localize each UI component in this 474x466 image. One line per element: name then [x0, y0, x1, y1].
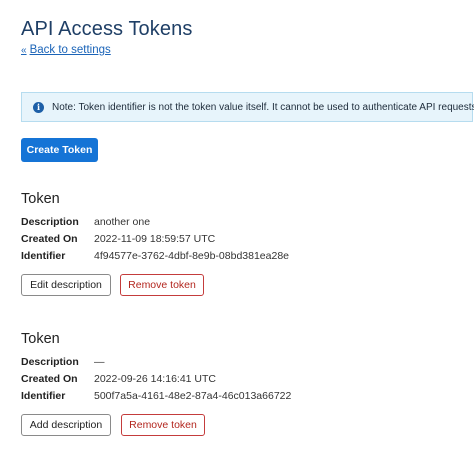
- created-on-value: 2022-11-09 18:59:57 UTC: [94, 233, 216, 245]
- identifier-value: 500f7a5a-4161-48e2-87a4-46c013a66722: [94, 390, 292, 402]
- description-value: another one: [94, 216, 151, 228]
- token-heading: Token: [21, 331, 60, 347]
- created-on-label: Created On: [21, 233, 78, 245]
- double-chevron-left-icon: «: [21, 44, 27, 56]
- created-on-label: Created On: [21, 373, 78, 385]
- token-card: Token Description — Created On 2022-09-2…: [21, 331, 441, 436]
- created-on-value: 2022-09-26 14:16:41 UTC: [94, 373, 216, 385]
- identifier-label: Identifier: [21, 250, 66, 262]
- identifier-value: 4f94577e-3762-4dbf-8e9b-08bd381ea28e: [94, 250, 290, 262]
- remove-token-button[interactable]: Remove token: [120, 274, 204, 296]
- remove-token-button[interactable]: Remove token: [121, 414, 205, 436]
- notice-text: Note: Token identifier is not the token …: [52, 101, 474, 113]
- edit-description-button[interactable]: Edit description: [21, 274, 111, 296]
- token-card: Token Description another one Created On…: [21, 191, 441, 296]
- token-heading: Token: [21, 191, 60, 207]
- identifier-label: Identifier: [21, 390, 66, 402]
- description-value: —: [94, 356, 105, 368]
- add-description-button[interactable]: Add description: [21, 414, 111, 436]
- api-tokens-page: API Access Tokens « Back to settings i N…: [0, 0, 474, 466]
- back-to-settings-link[interactable]: « Back to settings: [21, 44, 111, 56]
- back-link-label: Back to settings: [29, 44, 111, 56]
- info-notice: i Note: Token identifier is not the toke…: [21, 92, 474, 122]
- create-token-button[interactable]: Create Token: [21, 138, 98, 162]
- info-icon: i: [33, 101, 44, 113]
- description-label: Description: [21, 356, 79, 368]
- page-title: API Access Tokens: [21, 18, 193, 40]
- description-label: Description: [21, 216, 79, 228]
